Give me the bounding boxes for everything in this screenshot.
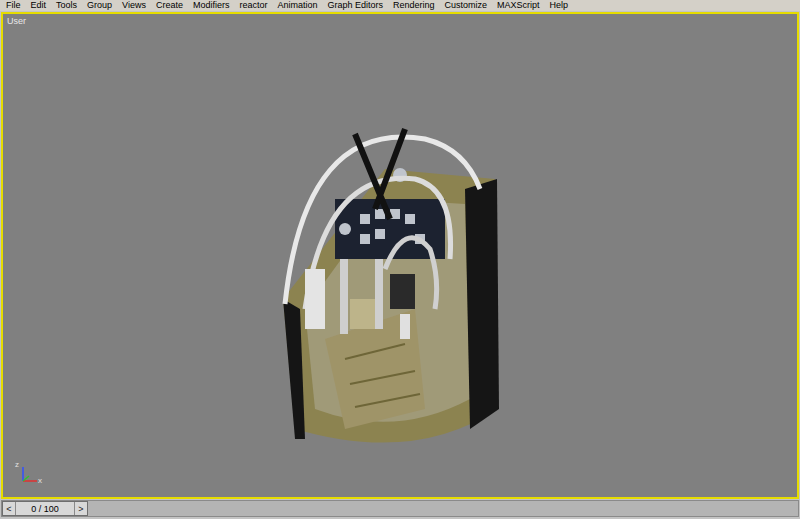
cockpit-model[interactable] [265,109,505,463]
menu-item[interactable]: Views [122,0,146,11]
viewport[interactable]: Userzx [1,12,799,499]
frame-reading: 0 / 100 [16,502,74,515]
menu-item[interactable]: Help [550,0,569,11]
menu-item[interactable]: MAXScript [497,0,540,11]
menu-item[interactable]: Tools [56,0,77,11]
menu-item[interactable]: Modifiers [193,0,230,11]
menu-item[interactable]: Graph Editors [328,0,384,11]
menu-bar: File Edit Tools Group Views Create Modifiers re… [0,0,800,11]
axis-gizmo: zx [15,457,45,487]
menu-item[interactable]: Edit [31,0,47,11]
menu-item[interactable]: Customize [445,0,488,11]
menu-item[interactable]: Group [87,0,112,11]
time-slider-track[interactable]: <0 / 100> [1,500,799,517]
prev-frame-button[interactable]: < [3,502,16,515]
axis-z-label: z [15,461,19,469]
menu-item[interactable]: File [6,0,21,11]
time-slider-thumb[interactable]: <0 / 100> [2,501,88,516]
next-frame-button[interactable]: > [74,502,87,515]
menu-item[interactable]: reactor [239,0,267,11]
axis-x-label: x [38,477,42,485]
menu-item[interactable]: Rendering [393,0,435,11]
time-slider-row: <0 / 100> [0,499,800,519]
viewport-label[interactable]: User [7,16,26,26]
menu-item[interactable]: Animation [277,0,317,11]
menu-item[interactable]: Create [156,0,183,11]
